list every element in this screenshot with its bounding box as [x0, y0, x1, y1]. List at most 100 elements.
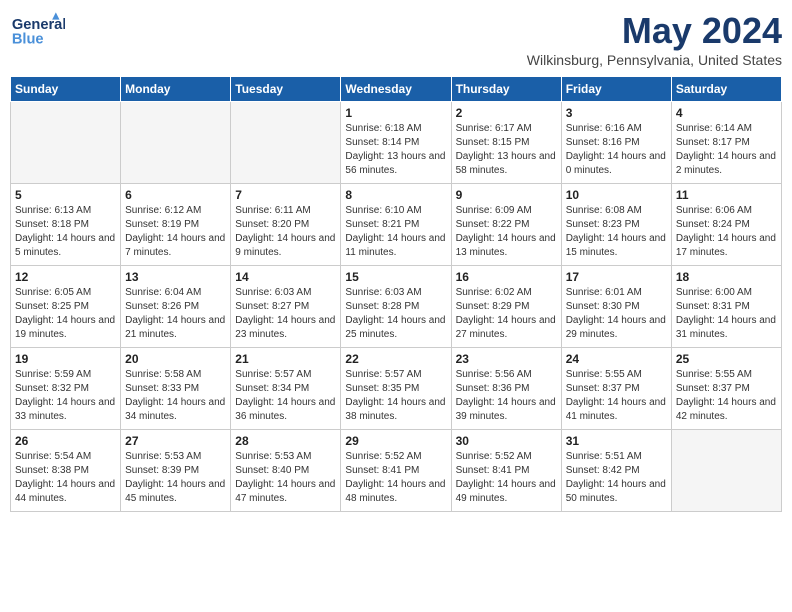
day-number: 24 — [566, 352, 667, 366]
calendar-day-cell: 14 Sunrise: 6:03 AMSunset: 8:27 PMDayligh… — [231, 266, 341, 348]
day-number: 19 — [15, 352, 116, 366]
calendar-day-cell: 4 Sunrise: 6:14 AMSunset: 8:17 PMDaylight… — [671, 102, 781, 184]
calendar-week-row: 5Sunrise: 6:13 AMSunset: 8:18 PMDaylight… — [11, 184, 782, 266]
calendar-day-cell: 12 Sunrise: 6:05 AMSunset: 8:25 PMDayligh… — [11, 266, 121, 348]
calendar-day-cell: 5Sunrise: 6:13 AMSunset: 8:18 PMDaylight… — [11, 184, 121, 266]
calendar-day-cell — [121, 102, 231, 184]
calendar-day-cell: 10Sunrise: 6:08 AMSunset: 8:23 PMDayligh… — [561, 184, 671, 266]
day-number: 18 — [676, 270, 777, 284]
calendar-week-row: 12 Sunrise: 6:05 AMSunset: 8:25 PMDayligh… — [11, 266, 782, 348]
calendar-day-cell: 19 Sunrise: 5:59 AMSunset: 8:32 PMDayligh… — [11, 348, 121, 430]
day-info: Sunrise: 5:55 AMSunset: 8:37 PMDaylight:… — [676, 368, 777, 424]
day-of-week-header: Wednesday — [341, 77, 451, 102]
calendar-day-cell: 15Sunrise: 6:03 AMSunset: 8:28 PMDayligh… — [341, 266, 451, 348]
day-of-week-header: Friday — [561, 77, 671, 102]
calendar-day-cell: 11 Sunrise: 6:06 AMSunset: 8:24 PMDayligh… — [671, 184, 781, 266]
day-info: Sunrise: 6:08 AMSunset: 8:23 PMDaylight:… — [566, 204, 667, 260]
calendar-day-cell: 7 Sunrise: 6:11 AMSunset: 8:20 PMDaylight… — [231, 184, 341, 266]
calendar-day-cell: 6 Sunrise: 6:12 AMSunset: 8:19 PMDaylight… — [121, 184, 231, 266]
day-info: Sunrise: 6:01 AMSunset: 8:30 PMDaylight:… — [566, 286, 667, 342]
calendar-day-cell: 8Sunrise: 6:10 AMSunset: 8:21 PMDaylight… — [341, 184, 451, 266]
calendar-table: SundayMondayTuesdayWednesdayThursdayFrid… — [10, 76, 782, 512]
calendar-day-cell: 2Sunrise: 6:17 AMSunset: 8:15 PMDaylight… — [451, 102, 561, 184]
day-number: 28 — [235, 434, 336, 448]
calendar-week-row: 26 Sunrise: 5:54 AMSunset: 8:38 PMDayligh… — [11, 430, 782, 512]
day-info: Sunrise: 6:14 AMSunset: 8:17 PMDaylight:… — [676, 122, 777, 178]
calendar-day-cell: 27 Sunrise: 5:53 AMSunset: 8:39 PMDayligh… — [121, 430, 231, 512]
day-number: 7 — [235, 188, 336, 202]
day-info: Sunrise: 5:54 AMSunset: 8:38 PMDaylight:… — [15, 450, 116, 506]
location: Wilkinsburg, Pennsylvania, United States — [527, 52, 782, 68]
month-title: May 2024 — [527, 10, 782, 52]
day-number: 26 — [15, 434, 116, 448]
title-block: May 2024 Wilkinsburg, Pennsylvania, Unit… — [527, 10, 782, 68]
calendar-day-cell: 18 Sunrise: 6:00 AMSunset: 8:31 PMDayligh… — [671, 266, 781, 348]
calendar-day-cell: 13Sunrise: 6:04 AMSunset: 8:26 PMDayligh… — [121, 266, 231, 348]
day-info: Sunrise: 6:06 AMSunset: 8:24 PMDaylight:… — [676, 204, 777, 260]
day-of-week-header: Thursday — [451, 77, 561, 102]
day-number: 4 — [676, 106, 777, 120]
day-number: 9 — [456, 188, 557, 202]
day-number: 17 — [566, 270, 667, 284]
day-info: Sunrise: 6:05 AMSunset: 8:25 PMDaylight:… — [15, 286, 116, 342]
day-number: 27 — [125, 434, 226, 448]
calendar-day-cell: 20Sunrise: 5:58 AMSunset: 8:33 PMDayligh… — [121, 348, 231, 430]
day-info: Sunrise: 6:02 AMSunset: 8:29 PMDaylight:… — [456, 286, 557, 342]
logo-svg: General Blue — [10, 10, 65, 55]
calendar-day-cell: 9 Sunrise: 6:09 AMSunset: 8:22 PMDaylight… — [451, 184, 561, 266]
calendar-body: 1 Sunrise: 6:18 AMSunset: 8:14 PMDaylight… — [11, 102, 782, 512]
day-info: Sunrise: 6:13 AMSunset: 8:18 PMDaylight:… — [15, 204, 116, 260]
day-info: Sunrise: 6:12 AMSunset: 8:19 PMDaylight:… — [125, 204, 226, 260]
calendar-day-cell: 16 Sunrise: 6:02 AMSunset: 8:29 PMDayligh… — [451, 266, 561, 348]
day-info: Sunrise: 6:00 AMSunset: 8:31 PMDaylight:… — [676, 286, 777, 342]
day-number: 8 — [345, 188, 446, 202]
calendar-week-row: 1 Sunrise: 6:18 AMSunset: 8:14 PMDaylight… — [11, 102, 782, 184]
day-number: 21 — [235, 352, 336, 366]
day-info: Sunrise: 5:57 AMSunset: 8:35 PMDaylight:… — [345, 368, 446, 424]
day-info: Sunrise: 5:52 AMSunset: 8:41 PMDaylight:… — [456, 450, 557, 506]
day-number: 12 — [15, 270, 116, 284]
day-number: 16 — [456, 270, 557, 284]
day-info: Sunrise: 5:53 AMSunset: 8:40 PMDaylight:… — [235, 450, 336, 506]
day-of-week-header: Monday — [121, 77, 231, 102]
day-info: Sunrise: 5:56 AMSunset: 8:36 PMDaylight:… — [456, 368, 557, 424]
calendar-week-row: 19 Sunrise: 5:59 AMSunset: 8:32 PMDayligh… — [11, 348, 782, 430]
day-number: 30 — [456, 434, 557, 448]
day-info: Sunrise: 5:51 AMSunset: 8:42 PMDaylight:… — [566, 450, 667, 506]
day-info: Sunrise: 6:09 AMSunset: 8:22 PMDaylight:… — [456, 204, 557, 260]
day-number: 2 — [456, 106, 557, 120]
day-info: Sunrise: 5:57 AMSunset: 8:34 PMDaylight:… — [235, 368, 336, 424]
logo: General Blue — [10, 10, 69, 55]
calendar-day-cell: 3 Sunrise: 6:16 AMSunset: 8:16 PMDaylight… — [561, 102, 671, 184]
day-number: 29 — [345, 434, 446, 448]
calendar-day-cell: 31Sunrise: 5:51 AMSunset: 8:42 PMDayligh… — [561, 430, 671, 512]
day-number: 11 — [676, 188, 777, 202]
calendar-day-cell: 21 Sunrise: 5:57 AMSunset: 8:34 PMDayligh… — [231, 348, 341, 430]
page-header: General Blue May 2024 Wilkinsburg, Penns… — [10, 10, 782, 68]
day-info: Sunrise: 6:03 AMSunset: 8:27 PMDaylight:… — [235, 286, 336, 342]
calendar-day-cell — [671, 430, 781, 512]
day-number: 14 — [235, 270, 336, 284]
day-number: 1 — [345, 106, 446, 120]
calendar-day-cell: 23Sunrise: 5:56 AMSunset: 8:36 PMDayligh… — [451, 348, 561, 430]
day-info: Sunrise: 5:55 AMSunset: 8:37 PMDaylight:… — [566, 368, 667, 424]
calendar-day-cell — [11, 102, 121, 184]
day-info: Sunrise: 5:53 AMSunset: 8:39 PMDaylight:… — [125, 450, 226, 506]
day-info: Sunrise: 6:11 AMSunset: 8:20 PMDaylight:… — [235, 204, 336, 260]
day-info: Sunrise: 5:52 AMSunset: 8:41 PMDaylight:… — [345, 450, 446, 506]
day-info: Sunrise: 5:59 AMSunset: 8:32 PMDaylight:… — [15, 368, 116, 424]
day-of-week-header: Saturday — [671, 77, 781, 102]
calendar-day-cell: 28 Sunrise: 5:53 AMSunset: 8:40 PMDayligh… — [231, 430, 341, 512]
day-info: Sunrise: 6:16 AMSunset: 8:16 PMDaylight:… — [566, 122, 667, 178]
calendar-day-cell: 29 Sunrise: 5:52 AMSunset: 8:41 PMDayligh… — [341, 430, 451, 512]
day-number: 3 — [566, 106, 667, 120]
calendar-day-cell: 17 Sunrise: 6:01 AMSunset: 8:30 PMDayligh… — [561, 266, 671, 348]
day-number: 20 — [125, 352, 226, 366]
calendar-day-cell: 22 Sunrise: 5:57 AMSunset: 8:35 PMDayligh… — [341, 348, 451, 430]
day-number: 6 — [125, 188, 226, 202]
calendar-header-row: SundayMondayTuesdayWednesdayThursdayFrid… — [11, 77, 782, 102]
day-number: 22 — [345, 352, 446, 366]
day-info: Sunrise: 6:18 AMSunset: 8:14 PMDaylight:… — [345, 122, 446, 178]
calendar-day-cell: 1 Sunrise: 6:18 AMSunset: 8:14 PMDaylight… — [341, 102, 451, 184]
day-info: Sunrise: 6:04 AMSunset: 8:26 PMDaylight:… — [125, 286, 226, 342]
